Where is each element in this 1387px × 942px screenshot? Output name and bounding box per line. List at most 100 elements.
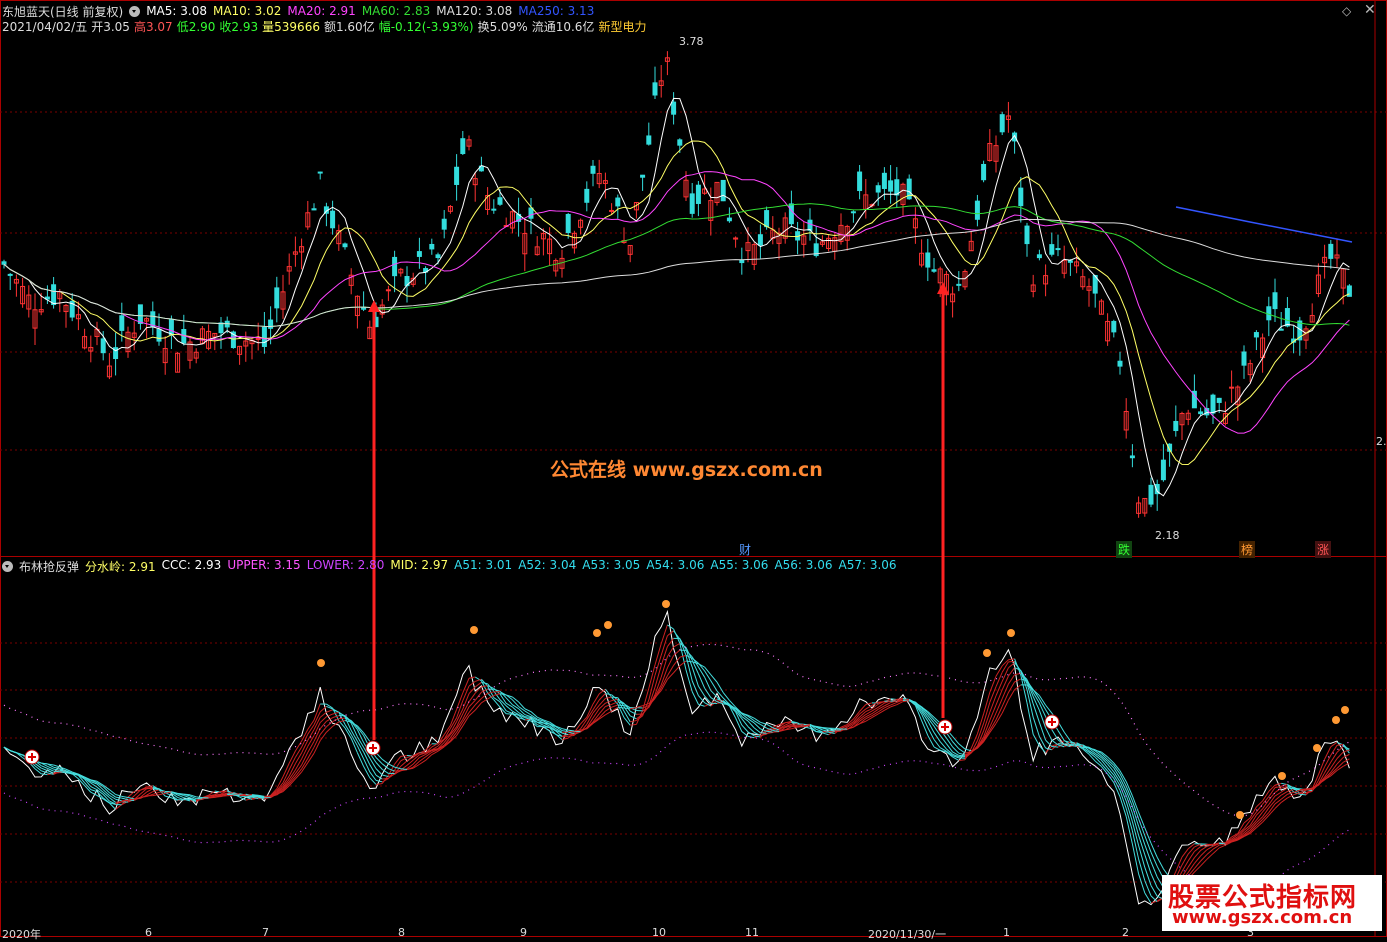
low-price-label: 2.18: [1153, 529, 1182, 542]
ribbon-segment: [711, 675, 717, 682]
indicator-legend-item-1: CCC: 2.93: [162, 558, 222, 575]
candle-body: [1118, 361, 1122, 366]
candle-body: [672, 102, 676, 114]
ribbon-segment: [481, 686, 487, 687]
candle-body: [455, 167, 459, 184]
sector-link[interactable]: 新型电力: [598, 18, 646, 35]
indicator-legend-item-9: A55: 3.06: [710, 558, 768, 575]
candle-body: [138, 305, 142, 324]
dropdown-icon[interactable]: [129, 6, 140, 17]
marker-bang[interactable]: 榜: [1239, 541, 1255, 558]
candle-body: [1130, 456, 1134, 458]
ribbon-segment: [1008, 659, 1014, 660]
ccc-line: [4, 612, 1349, 905]
ribbon-segment: [674, 629, 680, 643]
candle-body: [889, 181, 893, 191]
ohlc-bar: 2021/04/02/五 开3.05 高3.07 低2.90 收2.93 量53…: [2, 17, 646, 35]
runner-icon: [1236, 811, 1244, 819]
candle-body: [52, 285, 56, 305]
ribbon-segment: [1325, 762, 1331, 773]
ribbon-segment: [401, 755, 407, 756]
runner-icon: [470, 626, 478, 634]
x-axis-label: 1: [1003, 926, 1010, 939]
runner-icon: [662, 600, 670, 608]
ribbon-segment: [618, 707, 624, 708]
ribbon-segment: [1269, 796, 1275, 805]
ribbon-segment: [1033, 734, 1039, 745]
candle-body: [1329, 244, 1333, 258]
ribbon-segment: [364, 759, 370, 772]
marker-zhang-label: 涨: [1317, 543, 1329, 557]
candle-body: [430, 244, 434, 248]
indicator-legend-item-10: A56: 3.06: [774, 558, 832, 575]
lower-band: [4, 732, 1349, 904]
candle-body: [616, 198, 620, 206]
ma-legend-item-0: MA5: 3.08: [146, 4, 207, 18]
ribbon-segment: [1176, 857, 1182, 871]
ma10-line: [4, 141, 1349, 464]
candle-body: [1285, 309, 1289, 326]
ma120-line: [4, 219, 1349, 326]
ribbon-segment: [773, 730, 779, 731]
indicator-legend-item-5: A51: 3.01: [454, 558, 512, 575]
ribbon-segment: [661, 636, 667, 656]
ma5-line: [4, 98, 1349, 495]
branding-url: www.gszx.com.cn: [1172, 907, 1352, 928]
ribbon-segment: [1256, 809, 1262, 815]
candle-body: [1217, 398, 1221, 402]
ribbon-segment: [996, 699, 1002, 713]
ribbon-segment: [401, 761, 407, 766]
ribbon-segment: [605, 697, 611, 698]
ribbon-segment: [655, 655, 661, 675]
ribbon-segment: [636, 706, 642, 708]
candle-body: [442, 219, 446, 229]
ribbon-segment: [736, 718, 742, 732]
candle-body: [876, 186, 880, 192]
candle-body: [982, 164, 986, 179]
ribbon-segment: [289, 751, 295, 763]
open-value: 开3.05: [91, 18, 130, 35]
ribbon-segment: [308, 725, 314, 734]
candle-body: [591, 166, 595, 173]
candle-body: [975, 201, 979, 219]
close-icon[interactable]: ✕: [1364, 2, 1376, 18]
ribbon-segment: [959, 760, 965, 761]
indicator-legend-item-4: MID: 2.97: [390, 558, 448, 575]
candle-body: [1149, 485, 1153, 504]
ribbon-segment: [426, 755, 432, 761]
ribbon-segment: [41, 774, 47, 775]
ribbon-segment: [860, 704, 866, 711]
indicator-dropdown-icon[interactable]: [2, 561, 13, 572]
restore-icon[interactable]: ◇: [1342, 4, 1351, 18]
runner-icon: [1313, 744, 1321, 752]
ribbon-segment: [1188, 863, 1194, 872]
candle-body: [653, 83, 657, 95]
candle-body: [8, 274, 12, 275]
signal-arrow-head: [368, 300, 380, 312]
ribbon-segment: [1008, 663, 1014, 668]
candle-body: [318, 172, 322, 173]
ribbon-segment: [674, 631, 680, 639]
candle-body: [585, 189, 589, 202]
ribbon-segment: [457, 693, 463, 710]
marker-die[interactable]: 跌: [1116, 541, 1132, 558]
candle-body: [331, 211, 335, 228]
ribbon-segment: [1275, 788, 1281, 792]
ribbon-segment: [581, 729, 587, 730]
runner-icon: [593, 629, 601, 637]
candle-body: [566, 214, 570, 232]
ribbon-segment: [568, 735, 574, 736]
ribbon-segment: [618, 705, 624, 706]
ribbon-segment: [252, 795, 258, 796]
ribbon-segment: [1287, 787, 1293, 788]
ribbon-segment: [308, 720, 314, 729]
ribbon-segment: [674, 643, 680, 647]
marker-cai[interactable]: 财: [737, 541, 753, 558]
candle-body: [417, 252, 421, 257]
candle-body: [1161, 460, 1165, 480]
candle-body: [393, 257, 397, 275]
candle-body: [740, 260, 744, 263]
runner-icon: [604, 621, 612, 629]
marker-zhang[interactable]: 涨: [1315, 541, 1331, 558]
indicator-name[interactable]: 布林抢反弹: [19, 558, 79, 575]
